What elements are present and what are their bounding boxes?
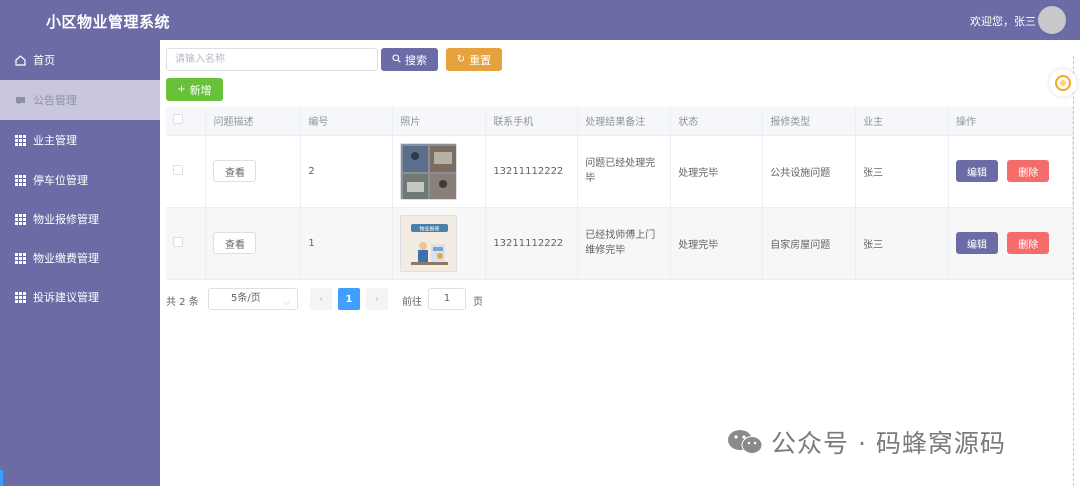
search-input[interactable]: [166, 48, 378, 71]
goto-page-input[interactable]: 1: [428, 288, 466, 310]
sidebar-item-label: 物业报修管理: [33, 213, 99, 226]
column-header: 编号: [300, 107, 394, 136]
sidebar-item-repair[interactable]: 物业报修管理: [0, 199, 160, 239]
edge-dashed-line: [1073, 56, 1074, 486]
home-icon: [14, 54, 26, 66]
app-title: 小区物业管理系统: [46, 13, 171, 31]
reset-button[interactable]: ↻ 重置: [446, 48, 502, 71]
owner-cell: 张三: [855, 135, 950, 208]
sidebar-item-parking[interactable]: 停车位管理: [0, 160, 160, 200]
remark-cell: 问题已经处理完毕: [585, 158, 656, 184]
select-all-cell[interactable]: [166, 107, 207, 136]
sidebar-item-label: 投诉建议管理: [33, 291, 99, 304]
column-header: 状态: [670, 107, 764, 136]
reset-label: 重置: [469, 53, 492, 67]
table-row: 查看 1 物业报修 13211112222 已经找师傅上门维修完毕 处理完毕 自…: [166, 207, 1073, 280]
view-button[interactable]: 查看: [213, 160, 257, 182]
sidebar-accent-bar: [0, 470, 3, 486]
column-header: 报修类型: [762, 107, 857, 136]
add-label: 新增: [189, 83, 212, 97]
column-header: 业主: [855, 107, 950, 136]
welcome-text: 欢迎您，张三: [970, 15, 1036, 28]
next-page-button[interactable]: ›: [366, 288, 388, 310]
sidebar-item-notice[interactable]: 公告管理: [0, 80, 160, 120]
id-cell: 1: [300, 207, 394, 280]
status-cell: 处理完毕: [670, 207, 764, 280]
column-header: 问题描述: [205, 107, 302, 136]
view-button[interactable]: 查看: [213, 232, 257, 254]
sidebar-item-payment[interactable]: 物业缴费管理: [0, 238, 160, 278]
edit-button[interactable]: 编辑: [956, 232, 999, 254]
assistant-icon[interactable]: [1049, 69, 1077, 97]
table-row: 查看 2 13211112222 问题已经处理完毕 处理完毕 公共设施问题 张三…: [166, 135, 1073, 208]
id-cell: 2: [300, 135, 394, 208]
repair-table: 问题描述 编号 照片 联系手机 处理结果备注 状态 报修类型 业主 操作 查看 …: [166, 107, 1073, 280]
remark-cell: 已经找师傅上门维修完毕: [585, 230, 656, 256]
grid-icon: [14, 252, 26, 264]
grid-icon: [14, 213, 26, 225]
refresh-icon: ↻: [456, 54, 466, 65]
main-content: 搜索 ↻ 重置 + 新增 问题描述 编号 照片 联系手机 处理结果备注 状态 报…: [160, 40, 1080, 486]
delete-button[interactable]: 删除: [1007, 160, 1050, 182]
prev-page-button[interactable]: ‹: [310, 288, 332, 310]
select-all-checkbox[interactable]: [173, 114, 183, 125]
column-header: 照片: [392, 107, 487, 136]
delete-button[interactable]: 删除: [1007, 232, 1050, 254]
sidebar-item-label: 首页: [33, 54, 55, 67]
sidebar-item-label: 业主管理: [33, 134, 77, 147]
column-header: 联系手机: [485, 107, 579, 136]
search-label: 搜索: [405, 53, 427, 67]
owner-cell: 张三: [855, 207, 950, 280]
search-button[interactable]: 搜索: [381, 48, 438, 71]
total-count: 共 2 条: [166, 297, 199, 308]
sidebar-item-complaint[interactable]: 投诉建议管理: [0, 277, 160, 317]
page-size-value: 5条/页: [231, 293, 261, 304]
type-cell: 自家房屋问题: [762, 207, 857, 280]
page-size-select[interactable]: 5条/页 ⌵: [208, 288, 298, 310]
grid-icon: [14, 291, 26, 303]
sidebar-item-owner[interactable]: 业主管理: [0, 120, 160, 160]
chevron-left-icon: ‹: [319, 293, 323, 305]
phone-cell: 13211112222: [485, 207, 579, 280]
add-button[interactable]: + 新增: [166, 78, 223, 101]
page-number-button[interactable]: 1: [338, 288, 360, 310]
sidebar-item-label: 公告管理: [33, 94, 77, 107]
column-header: 操作: [948, 107, 1073, 136]
top-header: 小区物业管理系统 欢迎您，张三: [0, 0, 1080, 40]
chevron-down-icon: ⌵: [283, 298, 290, 308]
row-checkbox[interactable]: [173, 236, 183, 247]
table-header: 问题描述 编号 照片 联系手机 处理结果备注 状态 报修类型 业主 操作: [166, 107, 1073, 136]
type-cell: 公共设施问题: [762, 135, 857, 208]
plus-icon: +: [177, 84, 186, 95]
sidebar-item-home[interactable]: 首页: [0, 40, 160, 80]
row-checkbox[interactable]: [173, 164, 183, 175]
sidebar: 首页 公告管理 业主管理 停车位管理 物业报修管理 物业缴费管理 投诉建议管理: [0, 40, 160, 486]
grid-icon: [14, 174, 26, 186]
photo-caption: 物业报修: [420, 225, 440, 232]
edit-button[interactable]: 编辑: [956, 160, 999, 182]
phone-cell: 13211112222: [485, 135, 579, 208]
goto-unit: 页: [473, 297, 483, 308]
watermark-text: 公众号 · 码蜂窝源码: [771, 429, 1006, 458]
repair-photo[interactable]: 物业报修: [400, 214, 458, 272]
grid-icon: [14, 134, 26, 146]
chevron-right-icon: ›: [375, 293, 379, 305]
notice-icon: [14, 94, 26, 106]
sidebar-item-label: 停车位管理: [33, 174, 88, 187]
repair-photo[interactable]: [400, 142, 458, 200]
pagination: 共 2 条 5条/页 ⌵ ‹ 1 › 前往 1 页: [166, 288, 666, 310]
avatar[interactable]: [1038, 6, 1066, 34]
search-icon: [392, 53, 401, 66]
watermark: 公众号 · 码蜂窝源码: [725, 424, 1006, 460]
column-header: 处理结果备注: [577, 107, 672, 136]
sidebar-item-label: 物业缴费管理: [33, 252, 99, 265]
goto-label: 前往: [402, 297, 422, 308]
wechat-icon: [728, 430, 763, 454]
status-cell: 处理完毕: [670, 135, 764, 208]
